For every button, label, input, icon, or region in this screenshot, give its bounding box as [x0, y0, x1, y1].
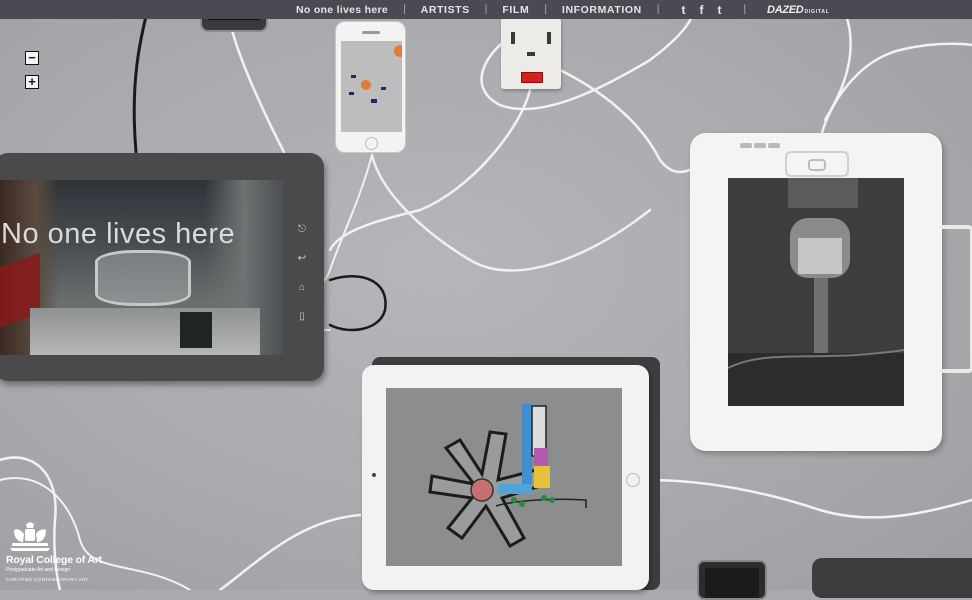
bunker-doorway	[180, 312, 212, 348]
socket-switch	[521, 72, 543, 83]
iphone-screen	[341, 41, 402, 132]
iphone-device[interactable]	[335, 21, 406, 153]
game-block	[351, 75, 356, 78]
tablet-title-device[interactable]: No one lives here ⎋ ↩ ⌂ ▯	[0, 153, 324, 381]
socket-hole	[547, 32, 551, 44]
tablet-button: ⌂	[298, 282, 306, 293]
nav-information-link[interactable]: INFORMATION	[562, 4, 642, 16]
tablet-screen: No one lives here	[0, 180, 284, 355]
dazed-logo-suffix: DIGITAL	[804, 8, 830, 15]
nav-separator: |	[743, 4, 747, 15]
tablet-hardware-buttons: ⎋ ↩ ⌂ ▯	[292, 215, 312, 331]
power-socket	[501, 18, 561, 89]
game-block	[381, 87, 386, 90]
game-block	[371, 99, 377, 103]
glass-room	[95, 250, 191, 306]
tablet-button: ▯	[299, 311, 305, 322]
game-block	[349, 92, 354, 95]
site-title-on-screen: No one lives here	[1, 218, 236, 250]
nav-home-link[interactable]: No one lives here	[296, 4, 388, 16]
ipad-floorplan-device[interactable]	[362, 365, 649, 590]
royal-crest-icon	[10, 522, 50, 551]
nav-separator: |	[484, 4, 488, 15]
iphone-speaker	[362, 31, 380, 34]
socket-hole	[511, 32, 515, 44]
zoom-in-button[interactable]: +	[25, 75, 39, 89]
ipad-home-button	[626, 473, 640, 487]
dazed-digital-link[interactable]: DAZEDDIGITAL	[767, 4, 830, 16]
phone-bottom	[697, 560, 767, 600]
tablet-button: ⎋	[298, 224, 306, 235]
nav-separator: |	[403, 4, 406, 15]
ipad-camera	[372, 473, 376, 477]
case-lock-inner	[808, 159, 826, 171]
bunker-floor	[30, 308, 260, 355]
game-ball	[361, 80, 371, 90]
rca-course: CURATING CONTEMPORARY ART	[6, 577, 89, 582]
socket-hole	[527, 52, 535, 56]
plus-icon: +	[28, 74, 36, 89]
case-tab	[768, 143, 780, 148]
tablet-bottom	[812, 558, 972, 598]
ipad-screen	[386, 388, 622, 566]
case-handle	[940, 225, 972, 373]
top-navigation-bar: No one lives here | ARTISTS | FILM | INF…	[0, 0, 972, 19]
rca-subtitle: Postgraduate Art and Design	[6, 567, 70, 573]
floor-plan-map	[428, 404, 587, 549]
zoom-out-button[interactable]: −	[25, 51, 39, 65]
nav-film-link[interactable]: FILM	[502, 4, 529, 16]
case-tab	[754, 143, 766, 148]
phone-bottom-screen	[705, 568, 759, 598]
dazed-logo-text: DAZED	[767, 3, 804, 16]
twitter-icon[interactable]: t	[681, 3, 685, 17]
ipad-rugged-screen	[728, 178, 904, 406]
nav-artists-link[interactable]: ARTISTS	[421, 4, 470, 16]
tablet-button: ↩	[297, 253, 307, 264]
case-tab	[740, 143, 752, 148]
rca-name: Royal College of Art	[6, 554, 102, 566]
iphone-home-button	[365, 137, 378, 150]
facebook-icon[interactable]: f	[699, 3, 703, 17]
game-ball	[394, 45, 402, 57]
minus-icon: −	[28, 50, 36, 65]
nav-separator: |	[656, 4, 660, 15]
nav-separator: |	[544, 4, 547, 15]
machine-image	[728, 178, 904, 406]
tumblr-icon[interactable]: t	[717, 3, 721, 17]
ipad-rugged-device[interactable]	[690, 133, 972, 451]
nav-links: No one lives here | ARTISTS | FILM | INF…	[296, 0, 830, 19]
